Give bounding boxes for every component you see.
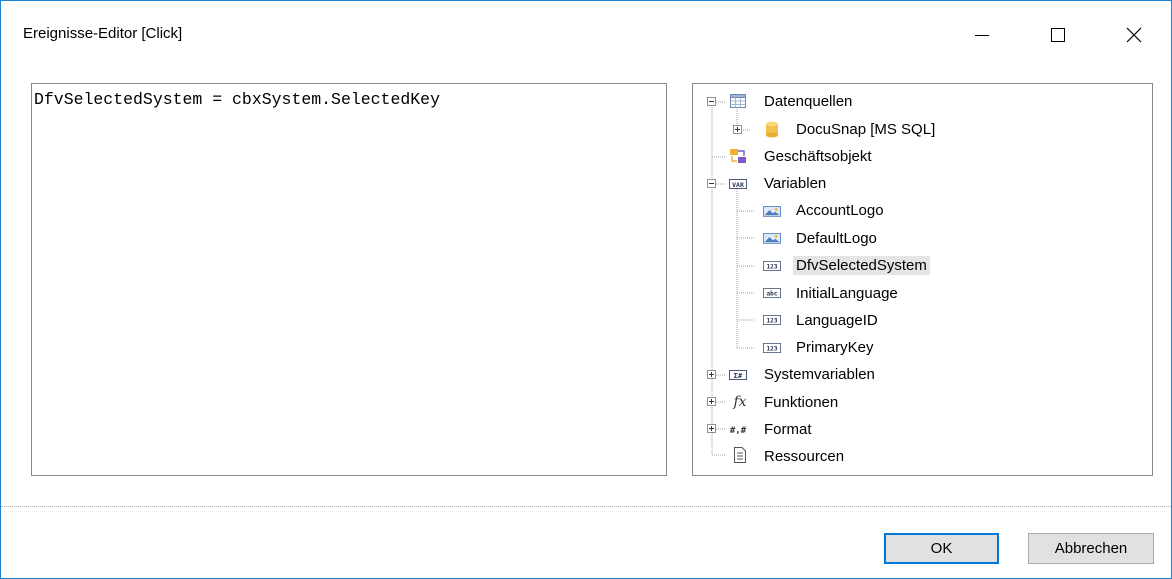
close-button[interactable] — [1111, 13, 1157, 57]
close-icon — [1126, 27, 1142, 43]
svg-text:fx: fx — [732, 394, 746, 410]
tree-node-ressourcen[interactable]: Ressourcen — [761, 445, 847, 467]
svg-text:#,#: #,# — [730, 426, 747, 436]
svg-text:123: 123 — [766, 317, 777, 324]
maximize-button[interactable] — [1035, 13, 1081, 57]
expander-datenquellen[interactable] — [707, 97, 716, 106]
tree-node-datenquellen[interactable]: Datenquellen — [761, 90, 855, 112]
tree-node-initiallanguage[interactable]: InitialLanguage — [793, 282, 901, 304]
expander-systemvariablen[interactable] — [707, 370, 716, 379]
cancel-button[interactable]: Abbrechen — [1028, 533, 1154, 564]
expander-format[interactable] — [707, 424, 716, 433]
tree-node-label: Geschäftsobjekt — [764, 147, 872, 165]
svg-text:Σ#: Σ# — [734, 372, 743, 380]
tree-node-label: PrimaryKey — [796, 338, 874, 356]
number-icon: 123 — [763, 343, 781, 353]
tree-node-systemvariablen[interactable]: Systemvariablen — [761, 363, 878, 385]
image-icon — [763, 206, 781, 217]
expander-variablen[interactable] — [707, 179, 716, 188]
business-object-icon — [730, 149, 746, 163]
tree-node-label: Datenquellen — [764, 92, 853, 110]
tree-node-label: AccountLogo — [796, 201, 884, 219]
var-icon: VAR — [729, 179, 747, 189]
expander-funktionen[interactable] — [707, 397, 716, 406]
tree-node-primarykey[interactable]: PrimaryKey — [793, 336, 877, 358]
maximize-icon — [1051, 28, 1065, 42]
tree-node-dfvselectedsystem[interactable]: DfvSelectedSystem — [793, 254, 930, 276]
tree-node-languageid[interactable]: LanguageID — [793, 309, 881, 331]
footer-separator — [1, 506, 1171, 507]
tree-node-funktionen[interactable]: Funktionen — [761, 391, 841, 413]
tree-node-format[interactable]: Format — [761, 418, 815, 440]
table-icon — [730, 94, 746, 108]
object-tree[interactable]: Datenquellen DocuSnap [MS SQL] Geschäfts… — [692, 83, 1153, 476]
tree-node-label: Format — [764, 420, 812, 438]
window-title: Ereignisse-Editor [Click] — [23, 25, 183, 42]
code-editor[interactable] — [31, 83, 667, 476]
tree-node-label: InitialLanguage — [796, 284, 898, 302]
tree-node-label: Variablen — [764, 174, 827, 192]
tree-node-label: Ressourcen — [764, 447, 845, 465]
number-icon: 123 — [763, 315, 781, 325]
svg-text:VAR: VAR — [732, 181, 744, 189]
number-icon: 123 — [763, 261, 781, 271]
tree-node-label: DocuSnap [MS SQL] — [796, 120, 936, 138]
svg-text:123: 123 — [766, 263, 777, 270]
tree-node-docusnap[interactable]: DocuSnap [MS SQL] — [793, 118, 938, 140]
expander-docusnap[interactable] — [733, 125, 742, 134]
image-icon — [763, 233, 781, 244]
code-input[interactable] — [32, 84, 666, 475]
svg-text:abc: abc — [766, 290, 777, 297]
svg-text:123: 123 — [766, 345, 777, 352]
tree-node-accountlogo[interactable]: AccountLogo — [793, 199, 887, 221]
system-variable-icon: Σ# — [729, 370, 747, 380]
tree-node-geschaeftsobjekt[interactable]: Geschäftsobjekt — [761, 145, 875, 167]
format-icon: #,# — [730, 426, 747, 436]
tree-node-label: Funktionen — [764, 393, 839, 411]
tree-node-defaultlogo[interactable]: DefaultLogo — [793, 227, 880, 249]
resource-icon — [734, 447, 746, 463]
tree-connector-lines — [711, 101, 755, 456]
tree-node-label: LanguageID — [796, 311, 878, 329]
ok-button[interactable]: OK — [884, 533, 999, 564]
event-editor-window: Ereignisse-Editor [Click] DfvSelectedSys… — [0, 0, 1172, 579]
tree-node-label: Systemvariablen — [764, 365, 875, 383]
function-icon: fx — [732, 394, 746, 410]
tree-node-label: DfvSelectedSystem — [793, 255, 930, 275]
minimize-button[interactable] — [959, 13, 1005, 57]
database-icon — [766, 121, 778, 138]
tree-node-label: DefaultLogo — [796, 229, 877, 247]
string-icon: abc — [763, 288, 781, 298]
tree-node-variablen[interactable]: Variablen — [761, 172, 829, 194]
minimize-icon — [975, 35, 989, 36]
